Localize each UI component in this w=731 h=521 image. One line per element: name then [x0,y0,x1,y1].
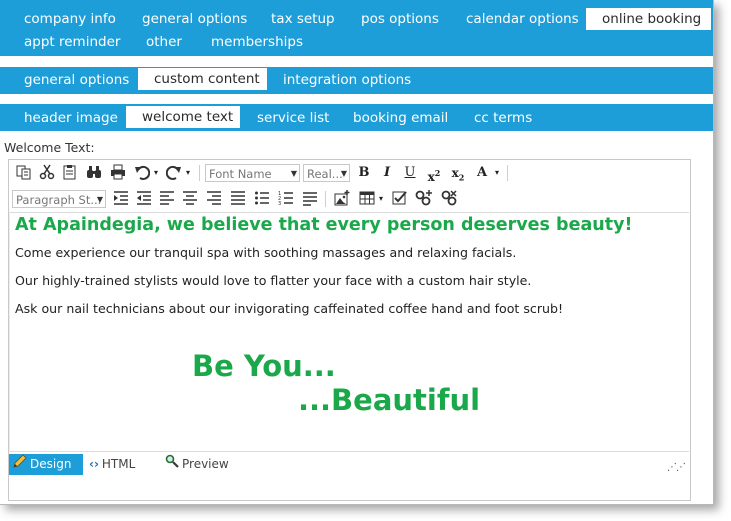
toolbar-divider [199,165,200,181]
toolbar-divider [325,191,326,207]
online-booking-subtabs: general options custom content integrati… [0,67,713,94]
svg-text:3: 3 [278,201,281,206]
remove-link-icon[interactable] [440,190,458,208]
chevron-down-icon: ▼ [340,169,347,178]
tab-calendar-options[interactable]: calendar options [466,10,579,29]
print-icon[interactable] [109,164,127,182]
align-justify-icon[interactable] [229,190,247,208]
paste-icon[interactable] [61,164,79,182]
underline-button[interactable]: U [402,164,418,182]
copy-icon[interactable] [15,164,33,182]
table-dropdown-icon[interactable]: ▾ [377,190,385,208]
align-center-icon[interactable] [181,190,199,208]
tab-online-booking[interactable]: online booking [586,8,711,30]
subtab-custom-content[interactable]: custom content [138,68,267,90]
chevron-down-icon: ▼ [96,195,103,204]
design-mode-label: Design [30,457,72,471]
tab-pos-options[interactable]: pos options [361,10,439,29]
redo-icon[interactable] [165,164,183,182]
resize-grip-icon[interactable]: ⋰⋰ [667,462,686,473]
chevron-down-icon: ▼ [290,169,297,178]
font-size-select[interactable]: Real... ▼ [303,164,350,182]
editor-toolbar-row-2: Paragraph St... ▼ 1 2 3 ▾ [9,188,690,212]
subtab-service-list[interactable]: service list [257,109,329,128]
undo-dropdown-icon[interactable]: ▾ [152,164,160,182]
magnifier-icon [165,454,179,475]
tagline-beautiful: ...Beautiful [298,383,481,417]
code-icon: ‹› [89,457,99,471]
tab-other[interactable]: other [146,33,182,52]
subtab-header-image[interactable]: header image [24,109,118,128]
subtab-general-options[interactable]: general options [24,71,129,90]
design-mode-button[interactable]: Design [9,454,83,475]
bullet-list-icon[interactable] [253,190,271,208]
italic-button[interactable]: I [379,164,395,182]
find-icon[interactable] [85,164,103,182]
subtab-welcome-text[interactable]: welcome text [126,106,240,128]
font-color-icon[interactable]: A [474,164,490,182]
settings-window: company info general options tax setup p… [0,0,714,505]
main-settings-tabs: company info general options tax setup p… [0,0,713,56]
editor-mode-bar: Design ‹› HTML Preview ⋰⋰ [9,452,688,476]
tab-appt-reminder[interactable]: appt reminder [24,33,120,52]
welcome-text-label: Welcome Text: [4,140,95,155]
tagline-be-you: Be You... [192,349,336,383]
redo-dropdown-icon[interactable]: ▾ [184,164,192,182]
welcome-paragraph: Ask our nail technicians about our invig… [15,301,564,316]
welcome-paragraph: Our highly-trained stylists would love t… [15,273,532,288]
font-name-value: Font Name [209,167,272,181]
cut-icon[interactable] [38,164,56,182]
subscript-icon[interactable]: x2 [449,164,467,182]
numbered-list-icon[interactable]: 123 [277,190,295,208]
font-color-dropdown-icon[interactable]: ▾ [493,164,501,182]
subtab-integration-options[interactable]: integration options [283,71,411,90]
editor-content-area[interactable]: At Apaindegia, we believe that every per… [9,212,689,452]
indent-icon[interactable] [112,190,130,208]
superscript-icon[interactable]: x2 [425,164,443,184]
align-right-icon[interactable] [205,190,223,208]
rich-text-editor: ▾ ▾ Font Name ▼ Real... ▼ B I U x2 x2 A … [8,159,691,501]
tab-company-info[interactable]: company info [24,10,116,29]
paragraph-style-value: Paragraph St... [16,193,102,207]
undo-icon[interactable] [133,164,151,182]
html-mode-label: HTML [101,457,136,471]
custom-content-subtabs: header image welcome text service list b… [0,104,713,131]
insert-image-icon[interactable] [333,190,351,208]
paragraph-format-icon[interactable] [301,190,319,208]
align-left-icon[interactable] [158,190,176,208]
toolbar-divider [507,165,508,181]
editor-toolbar-row-1: ▾ ▾ Font Name ▼ Real... ▼ B I U x2 x2 A … [9,162,690,186]
insert-link-icon[interactable] [414,190,434,208]
tab-memberships[interactable]: memberships [211,33,303,52]
bold-button[interactable]: B [356,164,372,182]
tab-tax-setup[interactable]: tax setup [271,10,335,29]
insert-table-icon[interactable] [358,190,376,208]
preview-mode-button[interactable]: Preview [161,454,235,475]
preview-mode-label: Preview [182,457,229,471]
pencil-icon [13,454,27,475]
form-element-icon[interactable] [391,190,409,208]
welcome-headline: At Apaindegia, we believe that every per… [15,215,633,235]
paragraph-style-select[interactable]: Paragraph St... ▼ [12,190,106,208]
tab-general-options[interactable]: general options [142,10,247,29]
outdent-icon[interactable] [135,190,153,208]
subtab-booking-email[interactable]: booking email [353,109,448,128]
welcome-paragraph: Come experience our tranquil spa with so… [15,245,517,260]
html-mode-button[interactable]: ‹› HTML [85,454,141,475]
subtab-cc-terms[interactable]: cc terms [474,109,532,128]
font-size-value: Real... [307,167,343,181]
font-name-select[interactable]: Font Name ▼ [205,164,300,182]
